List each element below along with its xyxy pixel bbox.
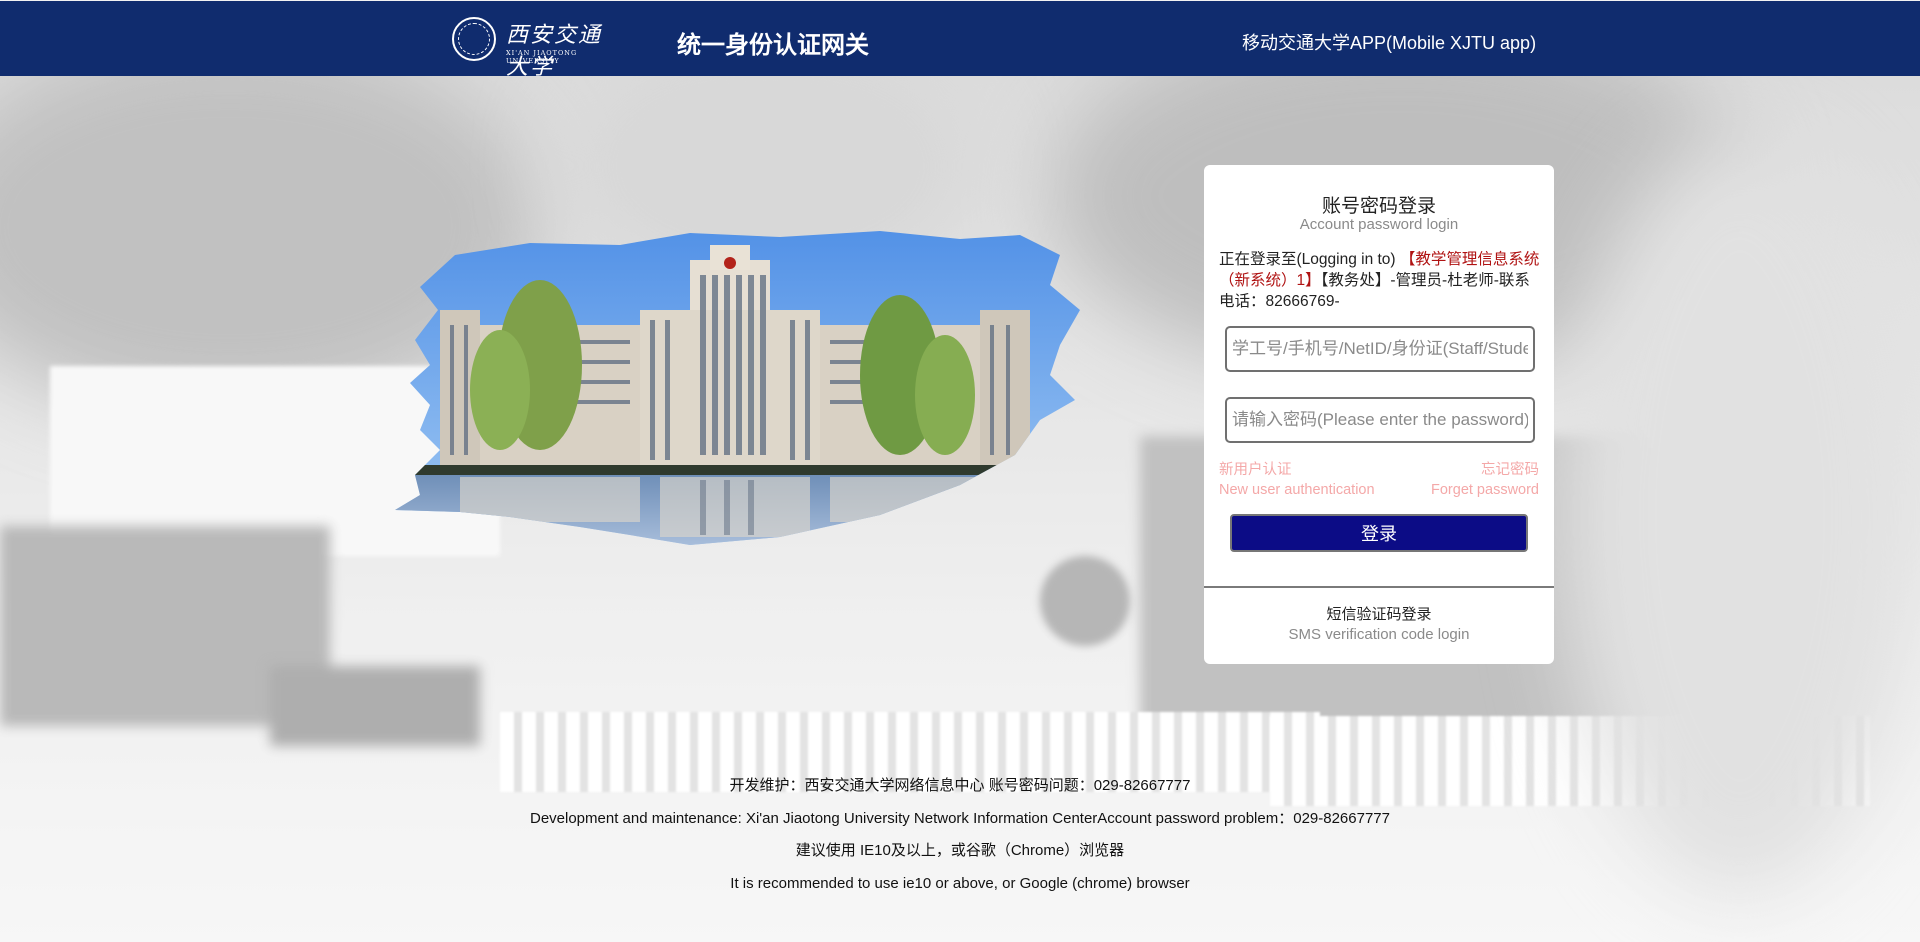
card-divider: [1204, 586, 1554, 588]
forgot-password-label-cn: 忘记密码: [1481, 462, 1539, 478]
password-input[interactable]: [1225, 397, 1535, 443]
new-user-label-en: New user authentication: [1219, 482, 1375, 498]
forgot-password-link[interactable]: 忘记密码 Forget password: [1431, 460, 1539, 500]
username-input[interactable]: [1225, 326, 1535, 372]
footer-browser-en: It is recommended to use ie10 or above, …: [730, 874, 1190, 892]
sms-login-label-cn: 短信验证码登录: [1326, 606, 1432, 623]
footer-maintenance-cn: 开发维护：西安交通大学网络信息中心 账号密码问题：029-82667777: [729, 777, 1191, 794]
login-target-prefix: 正在登录至(Logging in to): [1219, 251, 1400, 268]
new-user-link[interactable]: 新用户认证 New user authentication: [1219, 460, 1375, 500]
sms-login-link[interactable]: 短信验证码登录 SMS verification code login: [1204, 603, 1554, 643]
logo-english-name: XI'AN JIAOTONG UNIVERSITY: [506, 49, 578, 65]
login-card: 账号密码登录 Account password login 正在登录至(Logg…: [1204, 165, 1554, 664]
login-target-info: 正在登录至(Logging in to) 【教学管理信息系统（新系统）1】【教务…: [1219, 249, 1541, 312]
page-footer: 开发维护：西安交通大学网络信息中心 账号密码问题：029-82667777 De…: [0, 775, 1920, 905]
sms-login-label-en: SMS verification code login: [1288, 626, 1470, 643]
page-title: 统一身份认证网关: [677, 32, 869, 59]
login-button[interactable]: 登录: [1230, 514, 1528, 552]
footer-maintenance-en: Development and maintenance: Xi'an Jiaot…: [529, 809, 1390, 827]
forgot-password-label-en: Forget password: [1431, 482, 1539, 498]
login-subtitle: Account password login: [1299, 216, 1459, 233]
new-user-label-cn: 新用户认证: [1219, 462, 1292, 478]
footer-browser-cn: 建议使用 IE10及以上，或谷歌（Chrome）浏览器: [795, 842, 1125, 860]
top-header: 西安交通大学 XI'AN JIAOTONG UNIVERSITY 统一身份认证网…: [0, 0, 1920, 80]
university-seal-icon: [452, 17, 496, 61]
university-logo[interactable]: 西安交通大学 XI'AN JIAOTONG UNIVERSITY: [452, 15, 622, 80]
campus-building-image: [395, 231, 1080, 545]
login-title: 账号密码登录: [1321, 196, 1436, 217]
mobile-app-link[interactable]: 移动交通大学APP(Mobile XJTU app): [1242, 29, 1536, 55]
